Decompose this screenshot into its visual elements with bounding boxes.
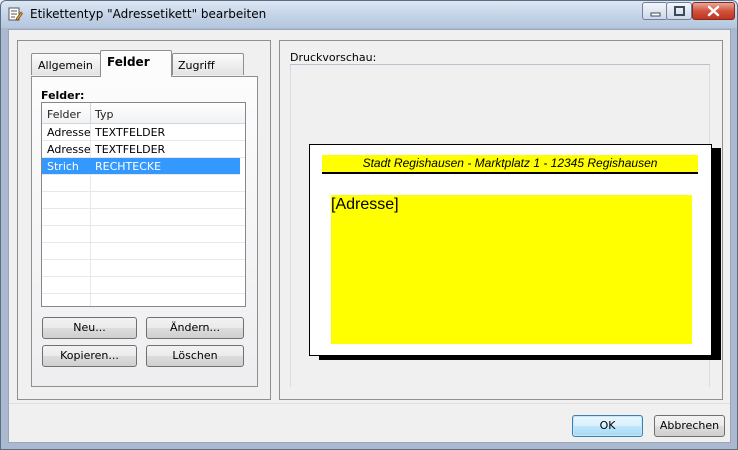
address-placeholder: [Adresse] — [331, 196, 399, 213]
ok-button[interactable]: OK — [572, 415, 643, 437]
close-icon — [707, 5, 720, 17]
sender-field: Stadt Regishausen - Marktplatz 1 - 12345… — [322, 155, 698, 172]
field-name: Strich — [47, 160, 79, 173]
empty-row — [42, 175, 245, 192]
list-item[interactable]: Adresse TEXTFELDER — [42, 141, 245, 158]
empty-row — [42, 226, 245, 243]
list-item[interactable]: Adresse TEXTFELDER — [42, 124, 245, 141]
felder-tab-page: Felder: Felder Typ Adresse TEXTFELDER Ad… — [31, 76, 258, 387]
field-name: Adresse — [47, 143, 91, 156]
fields-list[interactable]: Felder Typ Adresse TEXTFELDER Adresse TE… — [41, 102, 246, 307]
minimize-button[interactable] — [642, 2, 668, 20]
cancel-button[interactable]: Abbrechen — [654, 415, 725, 437]
column-divider[interactable] — [90, 103, 91, 124]
left-panel: Allgemein Felder Zugriff Felder: Felder … — [17, 40, 271, 400]
close-button[interactable] — [692, 2, 735, 20]
preview-area: Stadt Regishausen - Marktplatz 1 - 12345… — [290, 65, 721, 387]
dialog-client: Allgemein Felder Zugriff Felder: Felder … — [8, 29, 731, 443]
new-field-button[interactable]: Neu... — [42, 317, 137, 339]
empty-row — [42, 243, 245, 260]
copy-field-button[interactable]: Kopieren... — [42, 345, 137, 367]
delete-field-button[interactable]: Löschen — [146, 345, 244, 367]
empty-row — [42, 192, 245, 209]
change-field-button[interactable]: Ändern... — [146, 317, 244, 339]
empty-row — [42, 277, 245, 294]
maximize-icon — [674, 6, 685, 16]
fields-heading: Felder: — [41, 89, 85, 102]
field-type: TEXTFELDER — [95, 126, 166, 139]
empty-row — [42, 260, 245, 277]
tab-allgemein[interactable]: Allgemein — [31, 53, 101, 75]
field-name: Adresse — [47, 126, 91, 139]
list-header: Felder Typ — [42, 103, 245, 124]
column-header-felder[interactable]: Felder — [47, 108, 81, 121]
preview-heading: Druckvorschau: — [290, 51, 377, 64]
address-field: [Adresse] — [331, 195, 692, 344]
field-type: TEXTFELDER — [95, 143, 166, 156]
maximize-button[interactable] — [666, 2, 692, 20]
field-type: RECHTECKE — [95, 160, 162, 173]
empty-row — [42, 209, 245, 226]
tab-felder[interactable]: Felder — [100, 50, 172, 77]
column-header-typ[interactable]: Typ — [95, 108, 114, 121]
label-edit-icon — [8, 7, 23, 22]
window-title: Etikettentyp "Adressetikett" bearbeiten — [30, 7, 267, 21]
title-bar[interactable]: Etikettentyp "Adressetikett" bearbeiten — [1, 1, 737, 28]
preview-panel: Druckvorschau: Stadt Regishausen - Markt… — [279, 40, 723, 400]
minimize-icon — [650, 12, 661, 17]
label-preview: Stadt Regishausen - Marktplatz 1 - 12345… — [309, 144, 712, 356]
strich-line — [322, 172, 698, 174]
tab-zugriff[interactable]: Zugriff — [172, 53, 244, 75]
list-item-selected[interactable]: Strich RECHTECKE — [42, 158, 240, 175]
dialog-button-bar: OK Abbrechen — [9, 403, 730, 442]
sender-line: Stadt Regishausen - Marktplatz 1 - 12345… — [362, 156, 658, 170]
dialog-window: Etikettentyp "Adressetikett" bearbeiten … — [0, 0, 738, 450]
